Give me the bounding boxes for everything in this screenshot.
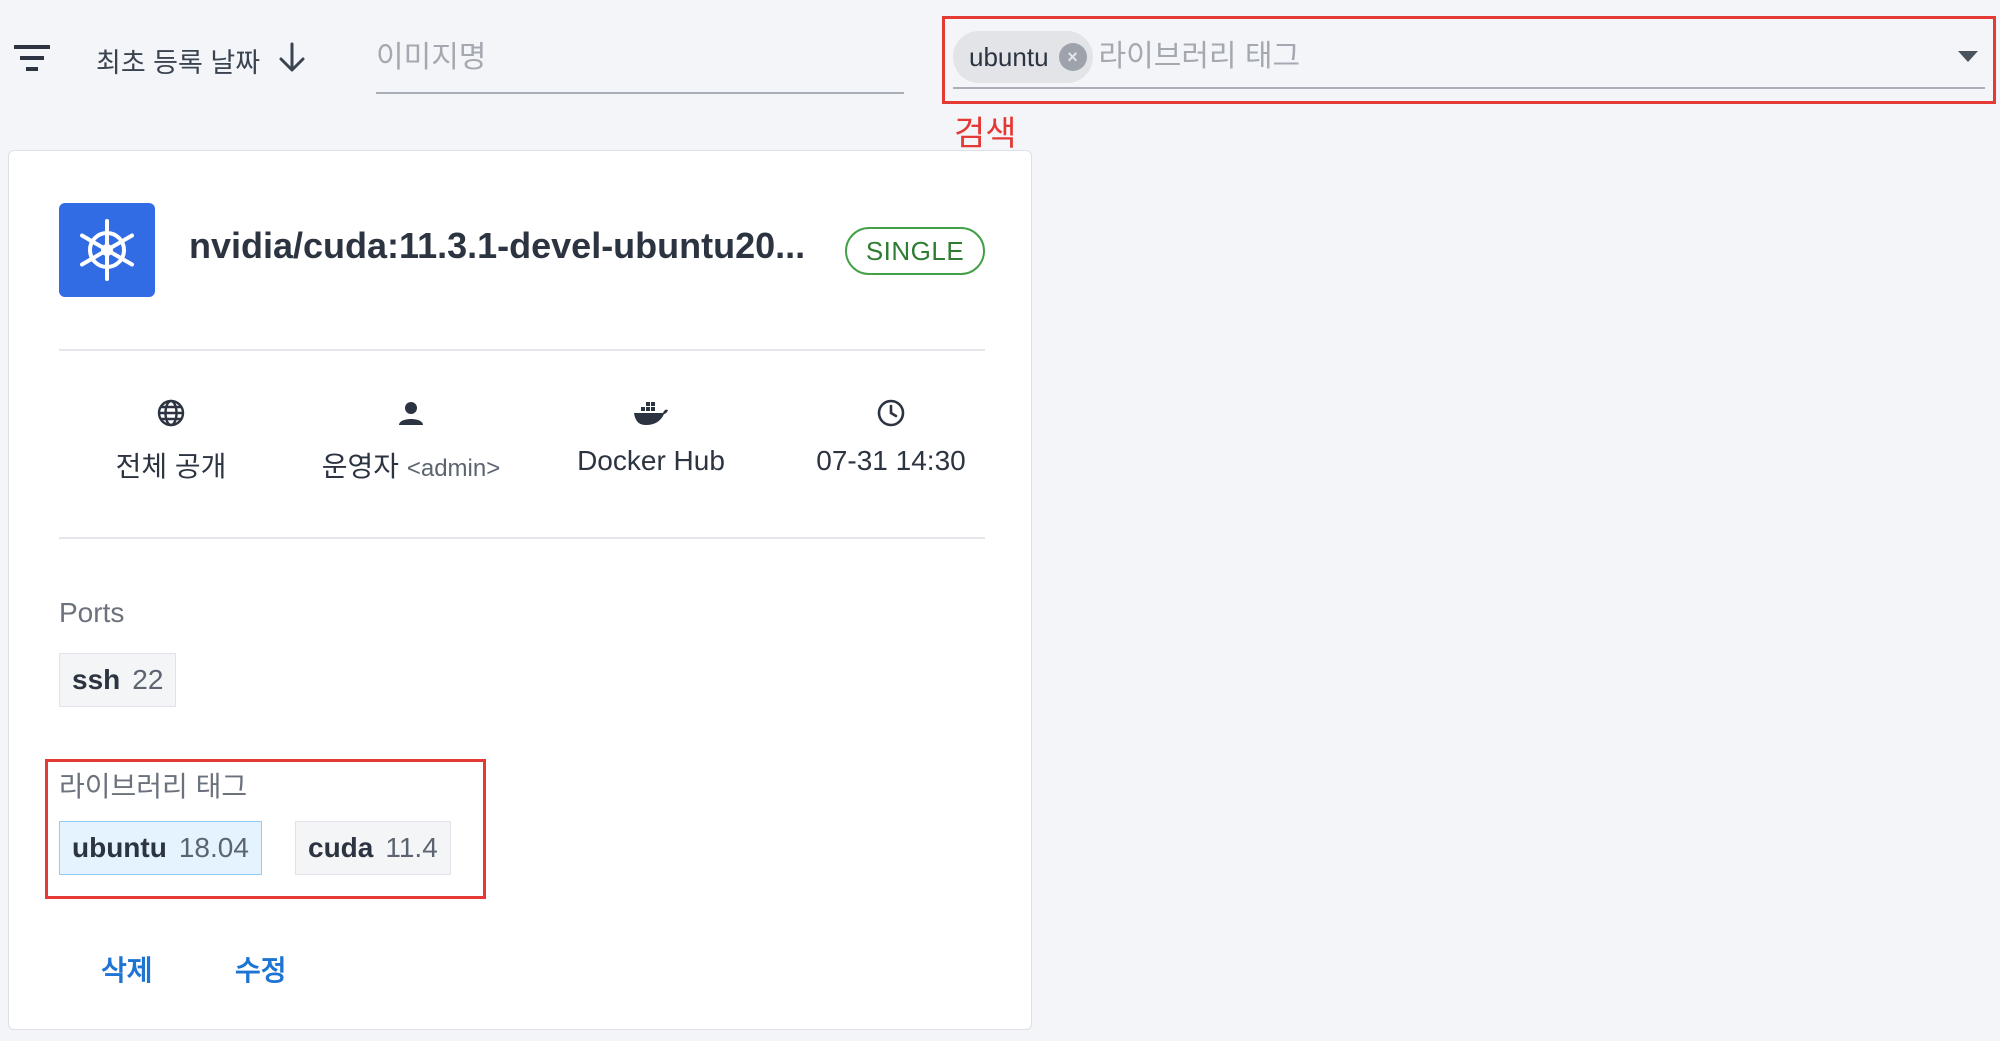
delete-button[interactable]: 삭제: [101, 949, 153, 989]
single-badge: SINGLE: [845, 227, 985, 275]
port-tag: ssh 22: [59, 653, 177, 707]
globe-icon: [156, 397, 186, 429]
visibility-text: 전체 공개: [115, 451, 227, 482]
docker-icon: [633, 397, 669, 429]
registry-text: Docker Hub: [577, 445, 725, 476]
library-tags-label: 라이브러리 태그: [59, 771, 248, 802]
divider: [59, 537, 985, 539]
tag-version: 11.4: [385, 832, 438, 863]
sort-button[interactable]: 최초 등록 날짜: [96, 36, 306, 84]
port-name: ssh: [72, 664, 121, 695]
owner-username: <admin>: [406, 455, 501, 482]
remove-chip-icon[interactable]: ×: [1058, 43, 1087, 71]
library-tag-ubuntu: ubuntu 18.04: [59, 821, 262, 875]
tag-name: ubuntu: [72, 832, 167, 863]
image-name-field: [376, 24, 904, 94]
arrow-down-icon: [278, 42, 306, 79]
meta-owner: 운영자 <admin>: [291, 397, 531, 485]
library-tag-cuda: cuda 11.4: [295, 821, 451, 875]
meta-registry: Docker Hub: [531, 397, 771, 477]
meta-created: 07-31 14:30: [771, 397, 1011, 477]
ports-label: Ports: [59, 597, 125, 628]
kubernetes-logo-icon: [59, 203, 155, 297]
edit-button[interactable]: 수정: [235, 949, 287, 989]
image-card: nvidia/cuda:11.3.1-devel-ubuntu20... SIN…: [8, 150, 1032, 1030]
tag-version: 18.04: [178, 832, 249, 863]
library-tag-input[interactable]: [1092, 27, 1951, 87]
image-name-input[interactable]: [376, 24, 904, 92]
port-number: 22: [132, 664, 164, 695]
image-title[interactable]: nvidia/cuda:11.3.1-devel-ubuntu20...: [189, 225, 829, 267]
library-tag-select: ubuntu ×: [942, 16, 1996, 104]
tag-name: cuda: [308, 832, 374, 863]
meta-visibility: 전체 공개: [51, 397, 291, 485]
sort-label: 최초 등록 날짜: [96, 47, 261, 78]
filter-icon[interactable]: [8, 38, 56, 78]
tag-chip-label: ubuntu: [969, 41, 1049, 72]
owner-text: 운영자: [321, 451, 400, 482]
user-icon: [398, 397, 424, 429]
created-time-text: 07-31 14:30: [816, 445, 966, 476]
divider: [59, 349, 985, 351]
search-annotation: 검색: [954, 115, 1017, 153]
dropdown-arrow-icon[interactable]: [1951, 40, 1985, 74]
tag-chip-ubuntu: ubuntu ×: [953, 31, 1093, 83]
clock-icon: [876, 397, 906, 429]
